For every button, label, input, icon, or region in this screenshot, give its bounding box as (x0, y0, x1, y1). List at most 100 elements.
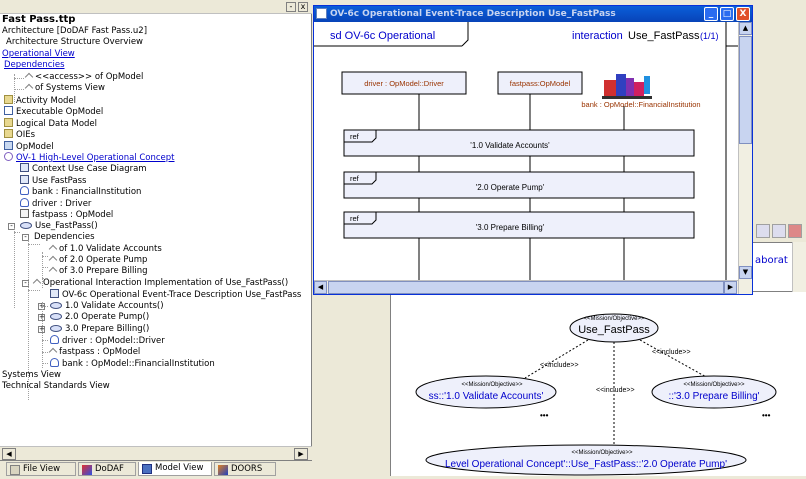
executable-model-icon (4, 106, 13, 116)
lifeline-driver[interactable]: driver : OpModel::Driver (341, 71, 467, 95)
tree-item[interactable]: 1.0 Validate Accounts() (50, 301, 164, 312)
interaction-icon (32, 278, 42, 288)
dodaf-icon (82, 465, 92, 475)
diagram-vscroll[interactable]: ▲ ▼ (738, 22, 752, 294)
tree-item-label: OpModel (16, 141, 54, 152)
usecase-operate-pump[interactable]: <<Mission/Objective>> Level Operational … (425, 444, 747, 476)
window-titlebar[interactable]: OV-6c Operational Event-Trace Descriptio… (314, 6, 752, 22)
lifeline-bank[interactable]: bank : OpModel::FinancialInstitution (581, 74, 701, 109)
tab-dodaf[interactable]: DoDAF (78, 462, 136, 476)
tree-item[interactable]: Systems View (2, 370, 61, 381)
ref-prepare-billing[interactable]: ref '3.0 Prepare Billing' (343, 211, 695, 239)
tree-item[interactable]: OpModel (4, 140, 54, 152)
include-label-3: <<include>> (596, 387, 635, 394)
tree-item[interactable]: bank : OpModel::FinancialInstitution (50, 358, 215, 369)
lifeline-fastpass[interactable]: fastpass:OpModel (497, 71, 583, 95)
tree-item[interactable]: Use_FastPass() (20, 221, 98, 232)
tree-item[interactable]: of 1.0 Validate Accounts (48, 244, 162, 255)
scroll-up-button[interactable]: ▲ (739, 22, 752, 35)
doors-icon (218, 465, 228, 475)
tree-item[interactable]: Architecture Structure Overview (6, 37, 143, 48)
tree-hscroll[interactable]: ◀ ▶ (0, 446, 312, 460)
tab-model-view[interactable]: Model View (138, 462, 212, 476)
tree-item[interactable]: Operational View (2, 49, 75, 60)
dependency-icon (24, 84, 34, 93)
tree-item[interactable]: Use FastPass (20, 174, 87, 186)
tree-item-label: Logical Data Model (16, 118, 98, 129)
scroll-right-button[interactable]: ▶ (294, 448, 308, 460)
tree-item[interactable]: Dependencies (34, 232, 95, 243)
scroll-down-button[interactable]: ▼ (739, 266, 752, 279)
tree-item-label: Technical Standards View (2, 380, 110, 391)
tree-item[interactable]: bank : FinancialInstitution (20, 186, 141, 197)
tree-item[interactable]: Dependencies (4, 60, 65, 71)
panel-close-button[interactable]: x (298, 2, 308, 12)
uc1-label: ss::'1.0 Validate Accounts' (429, 391, 544, 402)
tree-item-label: Use_FastPass() (35, 220, 98, 231)
tree-guide-line (42, 278, 48, 279)
diagram-hscroll[interactable]: ◀ ▶ (314, 280, 738, 294)
ref-validate-accounts[interactable]: ref '1.0 Validate Accounts' (343, 129, 695, 157)
package-icon (4, 140, 13, 150)
dependency-icon (48, 267, 58, 276)
use-case-diagram-canvas[interactable]: <<Mission/Objective>> Use_FastPass <<inc… (389, 290, 806, 476)
tree-item[interactable]: Operational Interaction Implementation o… (32, 278, 288, 289)
tree-item[interactable]: of 3.0 Prepare Billing (48, 266, 148, 277)
tree-item[interactable]: fastpass : OpModel (48, 347, 140, 358)
bg-window-maximize-button[interactable] (772, 224, 786, 238)
tree-item[interactable]: driver : OpModel::Driver (50, 335, 165, 346)
operation-icon (50, 324, 62, 332)
tree-item[interactable]: driver : Driver (20, 197, 91, 209)
tree-item[interactable]: OIEs (4, 129, 35, 140)
close-button[interactable]: X (736, 7, 750, 21)
ref-operate-pump[interactable]: ref '2.0 Operate Pump' (343, 171, 695, 199)
tree-item[interactable]: OV-1 High-Level Operational Concept (4, 151, 175, 163)
tree-item-label: Context Use Case Diagram (32, 164, 147, 175)
tree-item[interactable]: Logical Data Model (4, 117, 98, 129)
tab-file-view[interactable]: File View (6, 462, 76, 476)
tab-doors[interactable]: DOORS (214, 462, 276, 476)
panel-minimize-button[interactable]: - (286, 2, 296, 12)
tree-item[interactable]: of 2.0 Operate Pump (48, 255, 147, 266)
tree-item[interactable]: <<access>> of OpModel (24, 72, 143, 83)
usecase-validate-accounts[interactable]: <<Mission/Objective>> ss::'1.0 Validate … (415, 375, 557, 409)
tree-guide-line (28, 240, 29, 400)
frame-label: sd OV-6c Operational (330, 30, 435, 42)
actor-icon (20, 186, 29, 196)
tree-item[interactable]: fastpass : OpModel (20, 209, 113, 220)
tree-item[interactable]: 3.0 Prepare Billing() (50, 324, 149, 335)
scroll-left-button[interactable]: ◀ (2, 448, 16, 460)
minimize-button[interactable]: _ (704, 7, 718, 21)
tree-item[interactable]: Technical Standards View (2, 381, 110, 392)
tree-item[interactable]: Executable OpModel (4, 106, 103, 117)
main-usecase[interactable]: <<Mission/Objective>> Use_FastPass (569, 313, 659, 343)
stereotype-uc3: <<Mission/Objective>> (683, 382, 745, 388)
tree-item[interactable]: 2.0 Operate Pump() (50, 312, 149, 323)
tree-item[interactable]: of Systems View (24, 83, 105, 94)
sequence-diagram-canvas[interactable]: sd OV-6c Operational interaction Use_Fas… (314, 22, 738, 294)
vscroll-thumb[interactable] (739, 36, 752, 144)
tree-item-label: Use FastPass (32, 175, 87, 186)
operation-icon (50, 301, 62, 309)
bg-window-close-button[interactable] (788, 224, 802, 238)
tree-item[interactable]: Architecture [DoDAF Fast Pass.u2] (2, 26, 147, 37)
tree-item[interactable]: OV-6c Operational Event-Trace Descriptio… (50, 289, 301, 300)
maximize-button[interactable]: □ (720, 7, 734, 21)
uc2-label: Level Operational Concept'::Use_FastPass… (445, 459, 727, 470)
tab-file-view-label: File View (23, 464, 61, 474)
model-tree-panel: - x Fast Pass.ttp Architecture [DoDAF Fa… (0, 0, 312, 476)
model-tree[interactable]: Architecture [DoDAF Fast Pass.u2] Archite… (0, 26, 312, 442)
tree-guide-line (42, 306, 48, 307)
tree-guide-line (14, 78, 24, 79)
diagram-icon (20, 163, 29, 173)
stereotype-uc2: <<Mission/Objective>> (571, 450, 633, 456)
hscroll-right-button[interactable]: ▶ (724, 281, 737, 294)
hscroll-thumb[interactable] (328, 281, 724, 294)
usecase-prepare-billing[interactable]: <<Mission/Objective>> ::'3.0 Prepare Bil… (651, 375, 777, 409)
tree-item-label: bank : OpModel::FinancialInstitution (62, 359, 215, 370)
bg-window-minimize-button[interactable] (756, 224, 770, 238)
tree-item[interactable]: Context Use Case Diagram (20, 163, 147, 174)
tree-guide-line (42, 352, 48, 353)
bg-window-vscroll[interactable] (792, 242, 806, 292)
hscroll-left-button[interactable]: ◀ (314, 281, 327, 294)
